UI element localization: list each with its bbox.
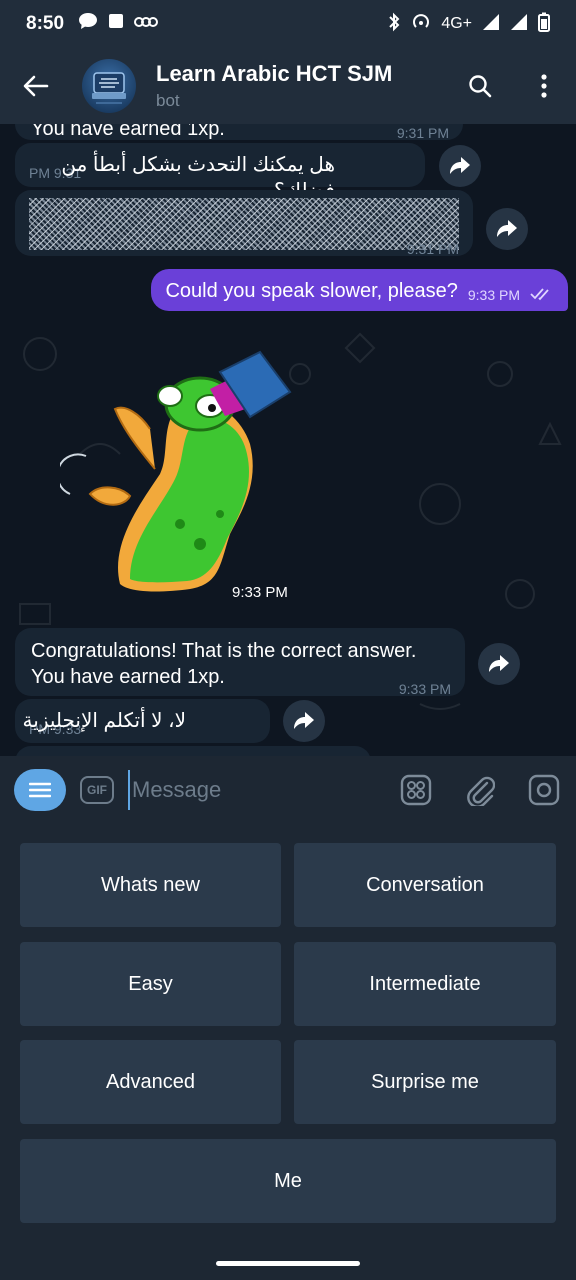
paperclip-icon [467, 776, 495, 806]
kebab-menu-icon [541, 74, 547, 98]
forward-arrow-icon [489, 655, 509, 672]
chat-notification-icon [78, 12, 98, 36]
forward-arrow-icon [294, 712, 314, 729]
forward-button[interactable] [283, 700, 325, 742]
arrow-left-icon [23, 75, 49, 97]
sticker-time: 9:33 PM [232, 584, 288, 601]
bluetooth-icon [387, 12, 401, 37]
chat-title[interactable]: Learn Arabic HCT SJM [156, 61, 392, 87]
camera-message-button[interactable] [524, 770, 564, 810]
surprise-me-button[interactable]: Surprise me [294, 1040, 556, 1124]
spoiler-content[interactable] [29, 198, 459, 250]
message-bubble-arabic-answer[interactable]: 9:33 PM لا، لا أتكلم الإنجليزية [15, 699, 270, 743]
message-time: 9:33 PM [398, 681, 451, 697]
whats-new-button[interactable]: Whats new [20, 843, 281, 927]
frog-sticker[interactable] [60, 344, 300, 604]
message-text: لا، لا أتكلم الإنجليزية [22, 710, 186, 732]
message-input[interactable] [128, 770, 378, 810]
message-bubble-arabic-question[interactable]: 9:31 PM هل يمكنك التحدث بشكل أبطأ من فضل… [15, 143, 425, 202]
status-bar: 8:50 4G+ [0, 0, 576, 48]
bot-reply-keyboard: Whats new Conversation Easy Intermediate… [0, 824, 576, 1280]
signal-icon [482, 13, 500, 36]
search-button[interactable] [456, 62, 504, 110]
chat-header: Learn Arabic HCT SJM bot [0, 48, 576, 124]
back-button[interactable] [0, 48, 72, 124]
hamburger-icon [29, 782, 51, 798]
chat-subtitle: bot [156, 91, 180, 110]
message-bubble-outgoing[interactable]: Could you speak slower, please? 9:33 PM [151, 269, 568, 311]
message-text: You have earned 1xp. [31, 124, 225, 140]
square-notification-icon [108, 13, 124, 35]
conversation-button[interactable]: Conversation [294, 843, 556, 927]
message-text: Could you speak slower, please? [165, 280, 458, 302]
bot-menu-button[interactable] [14, 769, 66, 811]
double-check-icon [530, 288, 549, 301]
voicemail-icon [134, 13, 159, 35]
home-indicator[interactable] [216, 1261, 360, 1266]
message-time: 9:31 PM [406, 241, 459, 257]
advanced-button[interactable]: Advanced [20, 1040, 281, 1124]
keyboard-grid-icon [400, 774, 432, 806]
signal-icon-secondary [510, 13, 528, 36]
bot-avatar[interactable] [82, 59, 136, 113]
intermediate-button[interactable]: Intermediate [294, 942, 556, 1026]
easy-button[interactable]: Easy [20, 942, 281, 1026]
network-type-label: 4G+ [441, 15, 472, 32]
forward-arrow-icon [497, 220, 517, 237]
forward-button[interactable] [478, 643, 520, 685]
message-bubble-partial-bottom[interactable] [15, 746, 371, 756]
me-button[interactable]: Me [20, 1139, 556, 1223]
message-bubble-partial[interactable]: You have earned 1xp. 9:31 PM [15, 124, 463, 141]
message-bubble-spoiler[interactable]: 9:31 PM [15, 190, 473, 257]
gif-button[interactable]: GIF [80, 776, 114, 804]
forward-arrow-icon [450, 157, 470, 174]
attach-button[interactable] [460, 770, 500, 810]
battery-icon [538, 12, 550, 37]
chat-area[interactable]: You have earned 1xp. 9:31 PM 9:31 PM هل … [0, 124, 576, 756]
message-time: 9:33 PM [467, 287, 520, 303]
forward-button[interactable] [439, 145, 481, 187]
status-time: 8:50 [26, 13, 65, 34]
camera-icon [528, 774, 560, 806]
message-composer: GIF [0, 756, 576, 824]
forward-button[interactable] [486, 208, 528, 250]
message-bubble-congrats[interactable]: Congratulations! That is the correct ans… [15, 628, 465, 697]
message-text-line1: Congratulations! That is the correct ans… [31, 640, 417, 662]
bot-keyboard-toggle-button[interactable] [396, 770, 436, 810]
message-text-line2: You have earned 1xp. [31, 666, 225, 688]
search-icon [469, 75, 492, 98]
hotspot-icon [411, 12, 431, 37]
more-options-button[interactable] [520, 62, 568, 110]
